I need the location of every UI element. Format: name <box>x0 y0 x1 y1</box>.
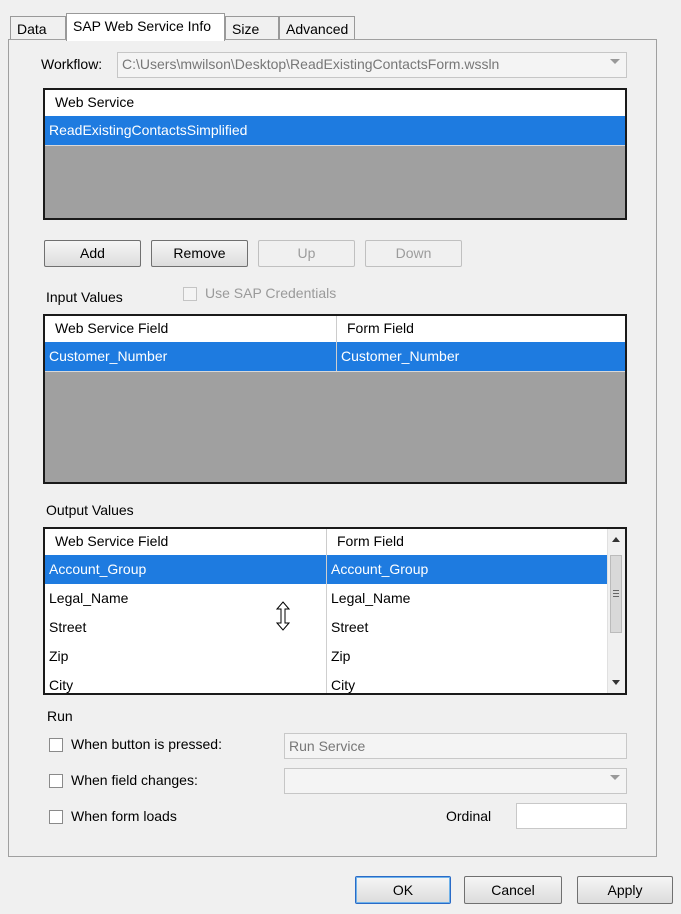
down-button[interactable]: Down <box>365 240 462 267</box>
input-form-field-cell[interactable]: Customer_Number <box>336 342 463 371</box>
web-service-list-header: Web Service <box>45 90 625 117</box>
web-service-column-header[interactable]: Web Service <box>45 90 144 116</box>
remove-button[interactable]: Remove <box>151 240 248 267</box>
ordinal-input[interactable] <box>516 803 627 829</box>
tab-advanced-label: Advanced <box>286 21 349 37</box>
output-values-row[interactable]: Zip Zip <box>45 642 608 672</box>
input-values-label: Input Values <box>46 289 123 305</box>
output-web-service-field-cell[interactable]: Zip <box>45 642 326 671</box>
grip-line-icon <box>613 593 619 594</box>
add-button[interactable]: Add <box>44 240 141 267</box>
web-service-row-label: ReadExistingContactsSimplified <box>49 122 248 138</box>
field-changes-select[interactable] <box>284 768 627 794</box>
apply-button[interactable]: Apply <box>577 876 673 904</box>
tab-advanced[interactable]: Advanced <box>279 16 355 40</box>
use-sap-credentials-label: Use SAP Credentials <box>205 285 337 301</box>
tab-size-label: Size <box>232 21 260 37</box>
output-values-header: Web Service Field Form Field <box>45 529 608 556</box>
grip-line-icon <box>613 590 619 591</box>
tab-size[interactable]: Size <box>225 16 279 40</box>
tab-data-label: Data <box>17 21 47 37</box>
output-web-service-field-cell[interactable]: City <box>45 671 326 693</box>
scroll-thumb[interactable] <box>610 555 622 633</box>
output-form-field-column[interactable]: Form Field <box>326 529 414 555</box>
ok-button[interactable]: OK <box>355 876 451 904</box>
when-field-changes-label: When field changes: <box>71 772 198 788</box>
input-values-row[interactable]: Customer_Number Customer_Number <box>45 342 625 372</box>
input-web-service-field-cell[interactable]: Customer_Number <box>45 342 336 371</box>
output-values-row[interactable]: Legal_Name Legal_Name <box>45 584 608 614</box>
web-service-row[interactable]: ReadExistingContactsSimplified <box>45 116 625 146</box>
tab-sap-web-service-info-label: SAP Web Service Info <box>73 18 211 34</box>
workflow-select-value: C:\Users\mwilson\Desktop\ReadExistingCon… <box>122 56 500 72</box>
output-form-field-cell[interactable]: Zip <box>326 642 354 671</box>
chevron-down-icon <box>610 775 620 780</box>
cancel-button[interactable]: Cancel <box>464 876 562 904</box>
input-values-grid: Web Service Field Form Field Customer_Nu… <box>43 314 627 484</box>
tab-strip: Data SAP Web Service Info Size Advanced <box>10 13 510 41</box>
web-service-list: Web Service ReadExistingContactsSimplifi… <box>43 88 627 220</box>
output-form-field-cell[interactable]: City <box>326 671 359 693</box>
workflow-label: Workflow: <box>41 56 103 72</box>
output-web-service-field-cell[interactable]: Account_Group <box>45 555 326 584</box>
output-web-service-field-column[interactable]: Web Service Field <box>45 529 326 555</box>
input-web-service-field-column[interactable]: Web Service Field <box>45 316 336 342</box>
run-label: Run <box>47 708 73 724</box>
input-values-header: Web Service Field Form Field <box>45 316 625 343</box>
when-field-changes-checkbox[interactable] <box>49 774 63 788</box>
up-button[interactable]: Up <box>258 240 355 267</box>
input-form-field-column[interactable]: Form Field <box>336 316 424 342</box>
scroll-up-arrow-icon[interactable] <box>612 537 620 542</box>
resize-cursor-icon <box>276 601 290 631</box>
when-form-loads-label: When form loads <box>71 808 177 824</box>
output-form-field-cell[interactable]: Legal_Name <box>326 584 414 613</box>
output-values-label: Output Values <box>46 502 134 518</box>
chevron-down-icon <box>610 59 620 64</box>
output-values-grid: Web Service Field Form Field Account_Gro… <box>43 527 627 695</box>
tab-sap-web-service-info[interactable]: SAP Web Service Info <box>66 13 225 41</box>
ordinal-label: Ordinal <box>446 808 492 824</box>
workflow-select[interactable]: C:\Users\mwilson\Desktop\ReadExistingCon… <box>117 52 627 78</box>
output-values-row[interactable]: Account_Group Account_Group <box>45 555 608 585</box>
output-form-field-cell[interactable]: Account_Group <box>326 555 432 584</box>
when-form-loads-checkbox[interactable] <box>49 810 63 824</box>
use-sap-credentials-checkbox[interactable] <box>183 287 197 301</box>
when-button-pressed-checkbox[interactable] <box>49 738 63 752</box>
output-values-row[interactable]: City City <box>45 671 608 693</box>
grip-line-icon <box>613 596 619 597</box>
output-form-field-cell[interactable]: Street <box>326 613 372 642</box>
tab-data[interactable]: Data <box>10 16 66 40</box>
output-values-row[interactable]: Street Street <box>45 613 608 643</box>
run-button-text-input[interactable]: Run Service <box>284 733 627 759</box>
when-button-pressed-label: When button is pressed: <box>71 736 222 752</box>
scroll-down-arrow-icon[interactable] <box>612 680 620 685</box>
output-values-scrollbar[interactable] <box>607 529 625 693</box>
